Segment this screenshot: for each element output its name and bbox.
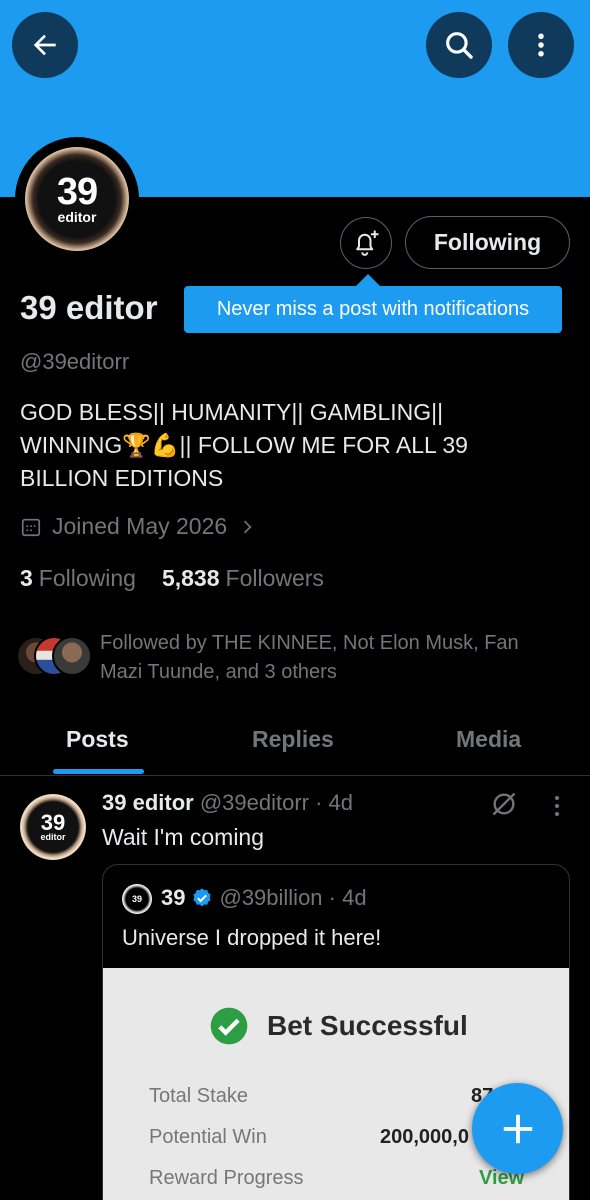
active-tab-indicator: [53, 769, 144, 774]
bet-title: Bet Successful: [209, 1006, 468, 1046]
notifications-tooltip[interactable]: Never miss a post with notifications: [184, 286, 562, 333]
quoted-author-avatar: 39: [122, 884, 152, 914]
verified-badge-icon: [193, 888, 212, 907]
followed-by-avatars[interactable]: [16, 636, 96, 678]
bet-row-label: Reward Progress: [149, 1167, 304, 1189]
post-more-icon[interactable]: [545, 793, 569, 819]
check-circle-icon: [210, 1007, 248, 1045]
quoted-author-name: 39: [161, 885, 186, 910]
follower-avatar: [52, 636, 92, 676]
display-name: 39 editor: [20, 289, 158, 326]
post-header: 39 editor @39editorr · 4d: [102, 790, 353, 816]
avatar-logo: 39 editor: [25, 147, 129, 251]
profile-tabs: Posts Replies Media: [0, 712, 590, 776]
follow-counts: 3 Following 5,838 Followers: [20, 565, 324, 592]
joined-text: Joined May 2026: [52, 513, 228, 539]
profile-bio: GOD BLESS|| HUMANITY|| GAMBLING|| WINNIN…: [20, 399, 468, 491]
following-count-link[interactable]: 3 Following: [20, 565, 136, 592]
tab-replies[interactable]: Replies: [252, 726, 334, 753]
post-handle-time: @39editorr · 4d: [199, 790, 354, 815]
bet-row-value: 200,000,0: [380, 1126, 469, 1148]
more-options-button[interactable]: [508, 12, 574, 78]
avatar-number: 39: [56, 171, 98, 213]
post-author-avatar[interactable]: 39 editor: [20, 794, 86, 860]
tab-posts[interactable]: Posts: [66, 726, 129, 753]
quoted-handle-time: @39billion · 4d: [219, 885, 367, 910]
compose-post-button[interactable]: [472, 1083, 563, 1174]
plus-icon: [503, 1114, 532, 1143]
bet-row-label: Total Stake: [149, 1085, 248, 1107]
search-button[interactable]: [426, 12, 492, 78]
post-text: Wait I'm coming: [102, 824, 265, 850]
followers-count-link[interactable]: 5,838 Followers: [162, 565, 324, 592]
search-icon: [446, 32, 473, 59]
quoted-post-header: 39 @39billion · 4d: [161, 885, 367, 911]
profile-handle: @39editorr: [20, 349, 130, 374]
following-button[interactable]: Following: [405, 216, 570, 269]
more-vertical-icon: [538, 33, 544, 57]
post-author-name[interactable]: 39 editor: [102, 790, 194, 815]
arrow-left-icon: [33, 34, 56, 56]
joined-date-link[interactable]: Joined May 2026: [20, 513, 257, 540]
calendar-icon: [21, 518, 41, 536]
followed-by-text[interactable]: Followed by THE KINNEE, Not Elon Musk, F…: [100, 629, 560, 687]
avatar-label: editor: [57, 209, 97, 225]
bet-row-label: Potential Win: [149, 1126, 267, 1148]
chevron-right-icon: [244, 520, 252, 533]
bell-plus-icon: [356, 230, 379, 256]
tooltip-arrow: [356, 274, 380, 286]
tab-media[interactable]: Media: [456, 726, 521, 753]
quoted-text: Universe I dropped it here!: [122, 925, 382, 950]
notifications-button[interactable]: [340, 217, 392, 269]
back-button[interactable]: [12, 12, 78, 78]
grok-icon[interactable]: [490, 790, 518, 818]
profile-avatar[interactable]: 39 editor: [15, 137, 139, 261]
